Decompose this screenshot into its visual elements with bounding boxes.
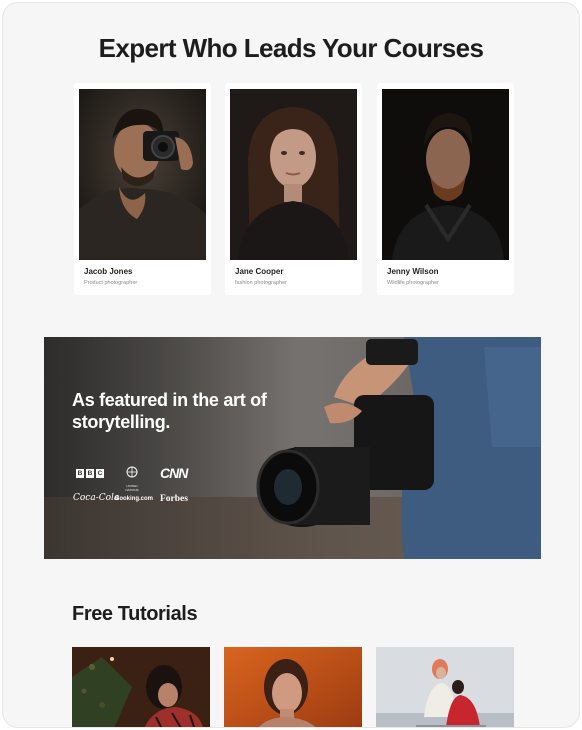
united-nations-logo: UNITED NATIONS <box>120 465 144 492</box>
bbc-letter: C <box>96 469 104 478</box>
bbc-letter: B <box>86 469 94 478</box>
expert-name: Jacob Jones <box>84 267 133 276</box>
tutorial-thumbnail[interactable] <box>224 647 362 727</box>
experts-title: Expert Who Leads Your Courses <box>98 33 484 63</box>
forbes-logo: Forbes <box>160 494 188 504</box>
tutorials-title: Free Tutorials <box>72 603 198 625</box>
expert-photo <box>382 89 509 260</box>
bbc-logo: B B C <box>76 469 104 478</box>
expert-photo <box>230 89 357 260</box>
expert-role: fashion photographer <box>235 280 287 286</box>
expert-name: Jane Cooper <box>235 267 284 276</box>
tutorial-thumbnail[interactable] <box>72 647 210 727</box>
expert-role: Wildlife photographer <box>387 280 439 286</box>
cnn-logo: CNN <box>160 465 188 481</box>
expert-card-jenny-wilson[interactable]: Jenny Wilson Wildlife photographer <box>377 83 514 295</box>
expert-card-jane-cooper[interactable]: Jane Cooper fashion photographer <box>225 83 362 295</box>
tutorial-thumbnail[interactable] <box>376 647 514 727</box>
featured-background-image <box>44 337 541 559</box>
un-text: UNITED NATIONS <box>125 484 139 492</box>
booking-logo: Booking.com <box>115 496 154 502</box>
featured-title: As featured in the art of storytelling. <box>72 390 267 432</box>
expert-card-jacob-jones[interactable]: Jacob Jones Product photographer <box>74 83 211 295</box>
featured-banner: As featured in the art of storytelling. … <box>44 337 541 559</box>
bbc-letter: B <box>76 469 84 478</box>
expert-name: Jenny Wilson <box>387 267 439 276</box>
coca-cola-logo: Coca-Cola <box>73 493 120 503</box>
globe-icon <box>126 466 138 478</box>
expert-role: Product photographer <box>84 280 138 286</box>
page-frame: Expert Who Leads Your Courses Jacob Jone… <box>2 2 580 728</box>
expert-photo <box>79 89 206 260</box>
